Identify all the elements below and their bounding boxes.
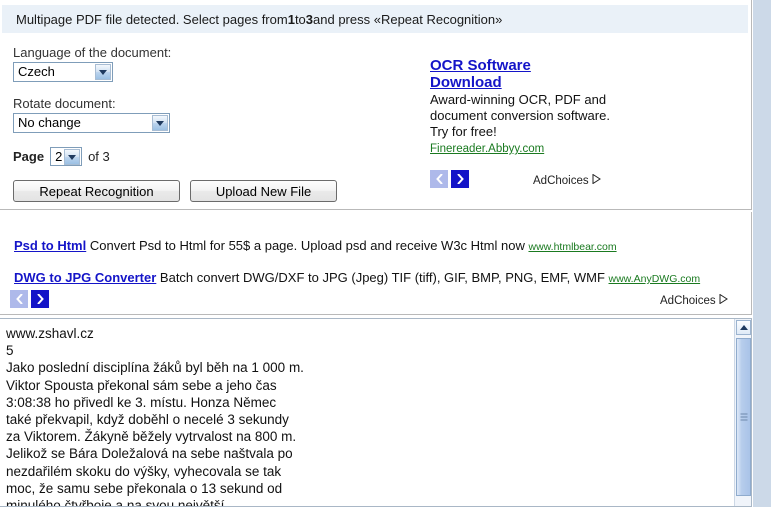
- page-selector-row: Page 2 of 3: [13, 147, 337, 166]
- adchoices-link[interactable]: AdChoices: [533, 173, 601, 187]
- language-label: Language of the document:: [13, 45, 172, 60]
- ocr-result-textarea[interactable]: www.zshavl.cz 5 Jako poslední disciplína…: [0, 318, 752, 507]
- ad-row-url[interactable]: www.AnyDWG.com: [609, 273, 701, 285]
- page-right-gutter: [753, 0, 771, 507]
- notice-suffix: and press «Repeat Recognition»: [313, 11, 503, 27]
- chevron-down-icon[interactable]: [64, 149, 81, 165]
- scrollbar-grip-icon: [740, 413, 747, 421]
- notice-page-to: 3: [305, 11, 314, 27]
- settings-panel: Multipage PDF file detected. Select page…: [0, 0, 752, 210]
- ad-rows-pagination: [10, 290, 49, 308]
- page-total-label: of 3: [88, 149, 110, 164]
- action-buttons: Repeat Recognition Upload New File: [13, 180, 337, 202]
- chevron-left-icon[interactable]: [430, 170, 448, 188]
- adchoices-label: AdChoices: [660, 294, 716, 307]
- language-select[interactable]: Czech: [13, 62, 113, 82]
- chevron-right-icon[interactable]: [451, 170, 469, 188]
- chevron-down-icon[interactable]: [152, 115, 168, 131]
- chevron-right-icon[interactable]: [31, 290, 49, 308]
- ad-row-url[interactable]: www.htmlbear.com: [528, 241, 616, 253]
- ad-description: Award-winning OCR, PDF and document conv…: [430, 92, 610, 139]
- adchoices-triangle-icon[interactable]: [719, 293, 728, 307]
- ad-title-link[interactable]: OCR Software Download: [430, 57, 531, 91]
- ad-pagination: [430, 170, 469, 188]
- ocr-scrollbar[interactable]: [734, 319, 751, 506]
- rotate-selected-value: No change: [18, 115, 81, 130]
- ad-row: Psd to Html Convert Psd to Html for 55$ …: [14, 238, 617, 253]
- ad-row-link[interactable]: Psd to Html: [14, 238, 86, 253]
- adchoices-triangle-icon[interactable]: [592, 173, 601, 187]
- notice-middle: to: [294, 11, 306, 27]
- repeat-recognition-button[interactable]: Repeat Recognition: [13, 180, 180, 202]
- ad-rows-panel: Psd to Html Convert Psd to Html for 55$ …: [0, 212, 752, 315]
- adchoices-label: AdChoices: [533, 174, 589, 187]
- ad-row-link[interactable]: DWG to JPG Converter: [14, 270, 156, 285]
- ad-row-text: Batch convert DWG/DXF to JPG (Jpeg) TIF …: [159, 270, 605, 285]
- chevron-down-icon[interactable]: [95, 64, 111, 80]
- multipage-notice-bar: Multipage PDF file detected. Select page…: [2, 5, 748, 33]
- page-label: Page: [13, 149, 45, 164]
- ocr-result-text: www.zshavl.cz 5 Jako poslední disciplína…: [6, 326, 304, 507]
- language-selected-value: Czech: [18, 64, 55, 79]
- adchoices-link[interactable]: AdChoices: [660, 293, 728, 307]
- ad-display-url[interactable]: Finereader.Abbyy.com: [430, 143, 544, 155]
- notice-page-from: 1: [287, 11, 295, 27]
- rotate-label: Rotate document:: [13, 96, 116, 111]
- ad-row: DWG to JPG Converter Batch convert DWG/D…: [14, 270, 700, 285]
- recognition-form: Language of the document: Czech Rotate d…: [13, 45, 337, 202]
- scrollbar-thumb[interactable]: [736, 338, 751, 496]
- page-number-select[interactable]: 2: [50, 147, 83, 166]
- rotate-select[interactable]: No change: [13, 113, 170, 133]
- ad-title-line1: OCR Software: [430, 57, 531, 74]
- upload-new-file-button[interactable]: Upload New File: [190, 180, 337, 202]
- ad-row-text: Convert Psd to Html for 55$ a page. Uplo…: [89, 238, 525, 253]
- sidebar-ad: OCR Software Download Award-winning OCR, …: [430, 57, 630, 155]
- ad-title-line2: Download: [430, 74, 502, 91]
- notice-prefix: Multipage PDF file detected. Select page…: [16, 11, 288, 27]
- chevron-left-icon[interactable]: [10, 290, 28, 308]
- scroll-up-icon[interactable]: [736, 320, 751, 335]
